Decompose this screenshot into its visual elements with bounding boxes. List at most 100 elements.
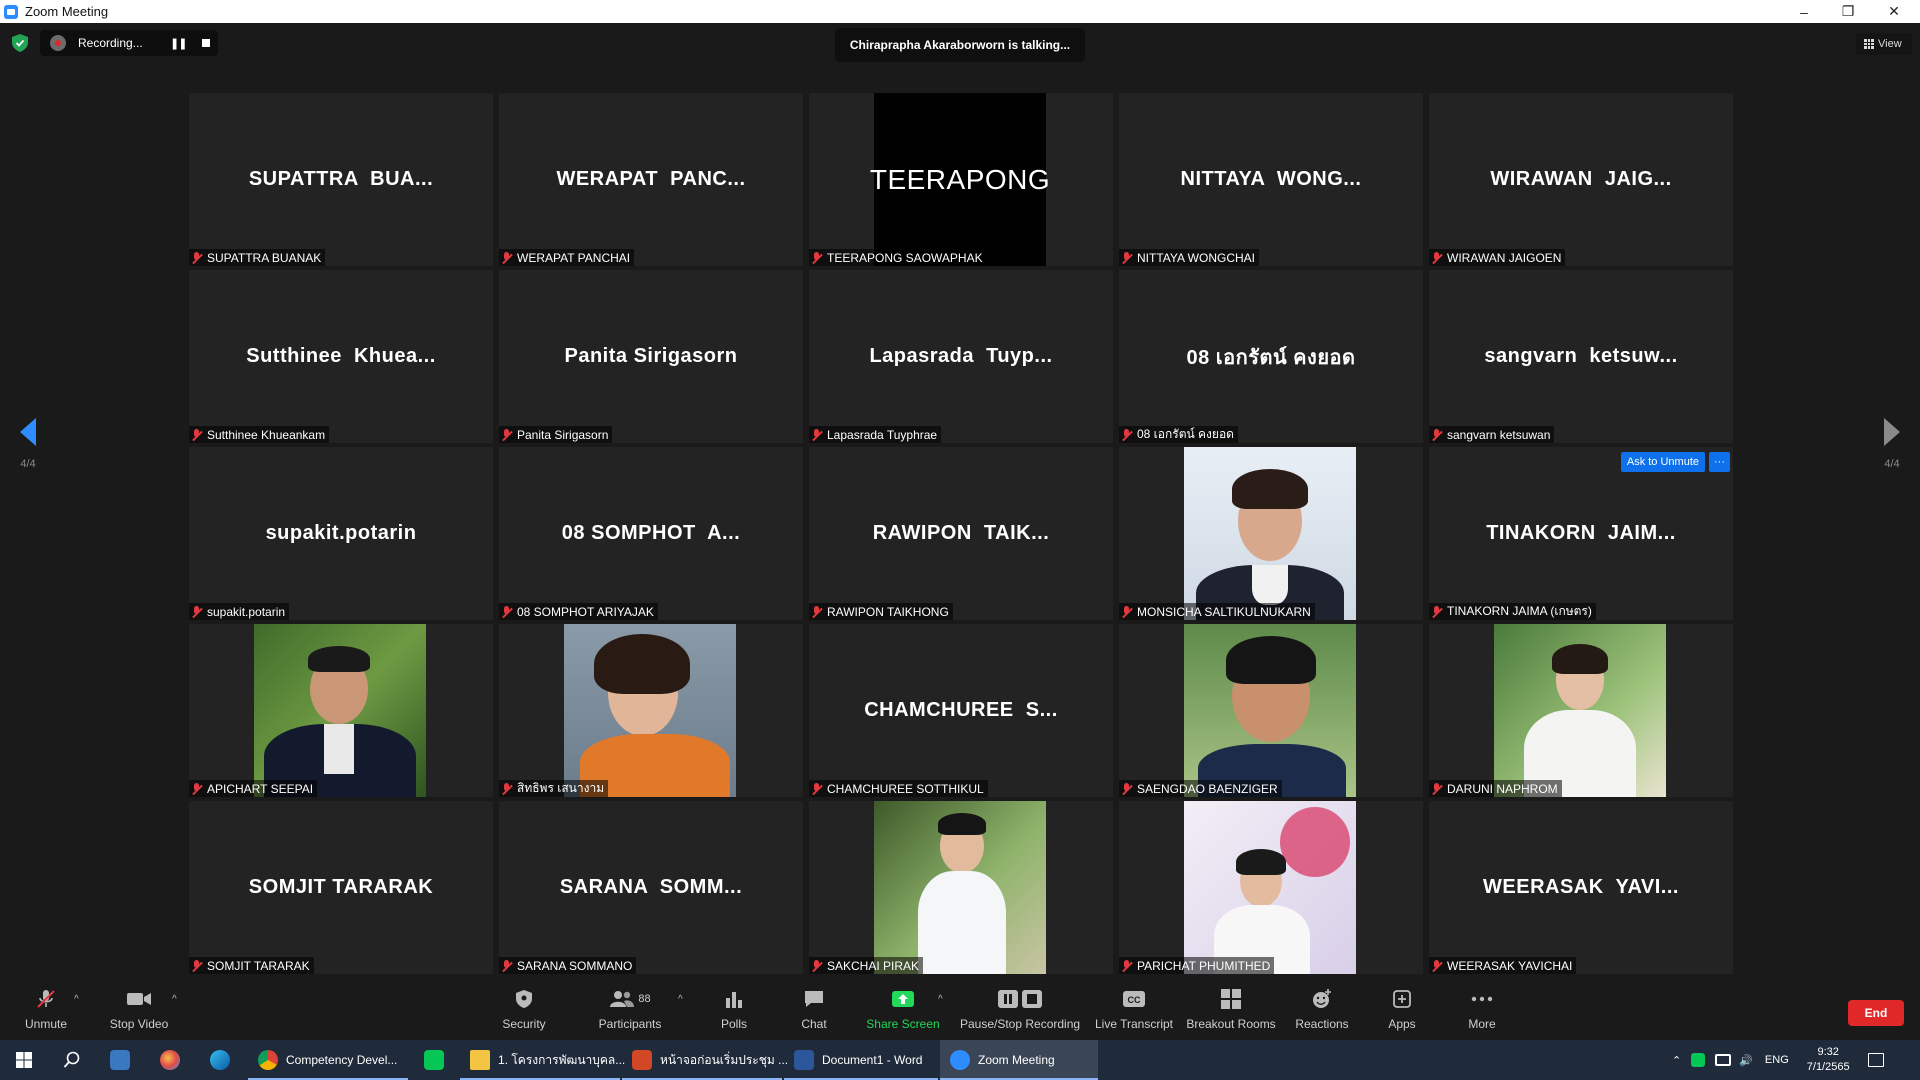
pause-stop-recording-button[interactable]: Pause/Stop Recording	[960, 980, 1080, 1040]
video-tile[interactable]: CHAMCHUREE S... CHAMCHUREE SOTTHIKUL	[809, 624, 1113, 797]
smiley-plus-icon	[1311, 988, 1333, 1010]
video-tile[interactable]: sangvarn ketsuw... sangvarn ketsuwan	[1429, 270, 1733, 443]
word-window-title: Document1 - Word	[822, 1053, 923, 1067]
apps-button[interactable]: Apps	[1382, 980, 1422, 1040]
video-tile[interactable]: TEERAPONG TEERAPONG SAOWAPHAK	[809, 93, 1113, 266]
tray-overflow-chevron-icon[interactable]: ⌃	[1672, 1054, 1681, 1067]
participants-button[interactable]: 88 Participants	[594, 980, 666, 1040]
participant-name-label: Sutthinee Khueankam	[189, 426, 330, 443]
participant-display-name: sangvarn ketsuw...	[1484, 345, 1678, 367]
participant-name-label: 08 เอกรัตน์ คงยอด	[1119, 426, 1238, 443]
stop-recording-icon[interactable]	[202, 39, 211, 47]
taskbar-chrome[interactable]: Competency Devel...	[248, 1040, 408, 1080]
taskbar-search-button[interactable]	[48, 1040, 96, 1080]
tile-more-button[interactable]: ···	[1709, 452, 1730, 472]
video-tile[interactable]: DARUNI NAPHROM	[1429, 624, 1733, 797]
video-tile[interactable]: WIRAWAN JAIG... WIRAWAN JAIGOEN	[1429, 93, 1733, 266]
video-tile[interactable]: MONSICHA SALTIKULNUKARN	[1119, 447, 1423, 620]
reactions-button[interactable]: Reactions	[1292, 980, 1352, 1040]
previous-page-button[interactable]: 4/4	[8, 418, 48, 488]
taskbar-file-explorer[interactable]: 1. โครงการพัฒนาบุคล...	[460, 1040, 625, 1080]
video-camera-icon	[126, 988, 152, 1010]
video-tile[interactable]: SUPATTRA BUA... SUPATTRA BUANAK	[189, 93, 493, 266]
video-tile[interactable]: supakit.potarin supakit.potarin	[189, 447, 493, 620]
stop-video-button[interactable]: Stop Video	[104, 980, 174, 1040]
video-tile[interactable]: Lapasrada Tuyp... Lapasrada Tuyphrae	[809, 270, 1113, 443]
reactions-label: Reactions	[1295, 1017, 1349, 1031]
video-tile[interactable]: SAENGDAO BAENZIGER	[1119, 624, 1423, 797]
video-tile[interactable]: SAKCHAI PIRAK	[809, 801, 1113, 974]
mic-off-icon	[35, 988, 57, 1010]
chrome-icon	[258, 1050, 278, 1070]
video-tile[interactable]: สิทธิพร เสนางาม	[499, 624, 803, 797]
video-tile[interactable]: 08 เอกรัตน์ คงยอด 08 เอกรัตน์ คงยอด	[1119, 270, 1423, 443]
video-tile[interactable]: RAWIPON TAIK... RAWIPON TAIKHONG	[809, 447, 1113, 620]
view-label: View	[1878, 38, 1902, 50]
taskbar-zoom[interactable]: Zoom Meeting	[940, 1040, 1098, 1080]
video-tile[interactable]: Sutthinee Khuea... Sutthinee Khueankam	[189, 270, 493, 443]
taskbar-calculator[interactable]	[96, 1040, 144, 1080]
mic-muted-icon	[1121, 782, 1133, 795]
participants-count: 88	[638, 993, 651, 1005]
audio-options-caret[interactable]: ^	[74, 994, 79, 1005]
video-tile[interactable]: TINAKORN JAIM... Ask to Unmute ··· TINAK…	[1429, 447, 1733, 620]
end-meeting-button[interactable]: End	[1848, 1000, 1904, 1026]
video-tile[interactable]: 08 SOMPHOT A... 08 SOMPHOT ARIYAJAK	[499, 447, 803, 620]
video-tile[interactable]: APICHART SEEPAI	[189, 624, 493, 797]
clock[interactable]: 9:32 7/1/2565	[1807, 1045, 1850, 1075]
chat-button[interactable]: Chat	[794, 980, 834, 1040]
taskbar-paint[interactable]	[146, 1040, 194, 1080]
participants-options-caret[interactable]: ^	[678, 994, 683, 1005]
breakout-rooms-button[interactable]: Breakout Rooms	[1186, 980, 1276, 1040]
participant-display-name: 08 SOMPHOT A...	[561, 522, 741, 544]
video-tile[interactable]: SARANA SOMM... SARANA SOMMANO	[499, 801, 803, 974]
share-screen-button[interactable]: Share Screen	[862, 980, 944, 1040]
taskbar-line[interactable]	[410, 1040, 458, 1080]
taskbar-word[interactable]: Document1 - Word	[784, 1040, 938, 1080]
video-options-caret[interactable]: ^	[172, 994, 177, 1005]
mic-muted-icon	[191, 428, 203, 441]
security-button[interactable]: Security	[494, 980, 554, 1040]
close-window-button[interactable]: ✕	[1872, 0, 1916, 23]
video-tile[interactable]: PARICHAT PHUMITHED	[1119, 801, 1423, 974]
more-button[interactable]: More	[1462, 980, 1502, 1040]
participant-name-label: WIRAWAN JAIGOEN	[1429, 249, 1566, 266]
video-tile[interactable]: WERAPAT PANC... WERAPAT PANCHAI	[499, 93, 803, 266]
video-grid: SUPATTRA BUA... SUPATTRA BUANAK WERAPAT …	[189, 93, 1733, 974]
polls-button[interactable]: Polls	[714, 980, 754, 1040]
next-page-button[interactable]: 4/4	[1872, 418, 1912, 488]
shield-icon[interactable]	[12, 34, 28, 52]
notifications-icon[interactable]	[1867, 1053, 1884, 1067]
video-tile[interactable]: WEERASAK YAVI... WEERASAK YAVICHAI	[1429, 801, 1733, 974]
taskbar-powerpoint[interactable]: หน้าจอก่อนเริ่มประชุม ...	[622, 1040, 788, 1080]
unmute-button[interactable]: Unmute	[16, 980, 76, 1040]
share-options-caret[interactable]: ^	[938, 994, 943, 1005]
pause-recording-icon[interactable]: ❚❚	[170, 37, 187, 50]
taskbar-edge[interactable]	[196, 1040, 244, 1080]
restore-button[interactable]: ❐	[1826, 0, 1870, 23]
clock-time: 9:32	[1817, 1046, 1839, 1058]
volume-icon[interactable]: 🔊	[1739, 1054, 1753, 1067]
participant-display-name: WEERASAK YAVI...	[1483, 876, 1679, 898]
view-button[interactable]: View	[1856, 33, 1912, 55]
mic-muted-icon	[811, 428, 823, 441]
language-indicator[interactable]: ENG	[1765, 1054, 1789, 1066]
participants-icon: 88	[609, 988, 651, 1010]
page-indicator-right: 4/4	[1884, 458, 1900, 470]
video-tile[interactable]: NITTAYA WONG... NITTAYA WONGCHAI	[1119, 93, 1423, 266]
network-icon[interactable]	[1715, 1054, 1732, 1066]
video-tile[interactable]: SOMJIT TARARAK SOMJIT TARARAK	[189, 801, 493, 974]
start-button[interactable]	[0, 1040, 48, 1080]
participant-name-label: SOMJIT TARARAK	[189, 957, 314, 974]
participant-name-label: CHAMCHUREE SOTTHIKUL	[809, 780, 988, 797]
security-label: Security	[502, 1017, 546, 1031]
live-transcript-button[interactable]: CC Live Transcript	[1094, 980, 1174, 1040]
ask-to-unmute-button[interactable]: Ask to Unmute	[1620, 452, 1705, 472]
line-app-icon	[424, 1050, 444, 1070]
mic-muted-icon	[811, 605, 823, 618]
video-tile[interactable]: Panita Sirigasorn Panita Sirigasorn	[499, 270, 803, 443]
window-title: Zoom Meeting	[25, 4, 109, 19]
minimize-button[interactable]: –	[1782, 0, 1826, 23]
line-tray-icon[interactable]	[1691, 1053, 1706, 1067]
meeting-toolbar: Unmute ^ Stop Video ^ Security 88 Partic…	[0, 980, 1920, 1040]
